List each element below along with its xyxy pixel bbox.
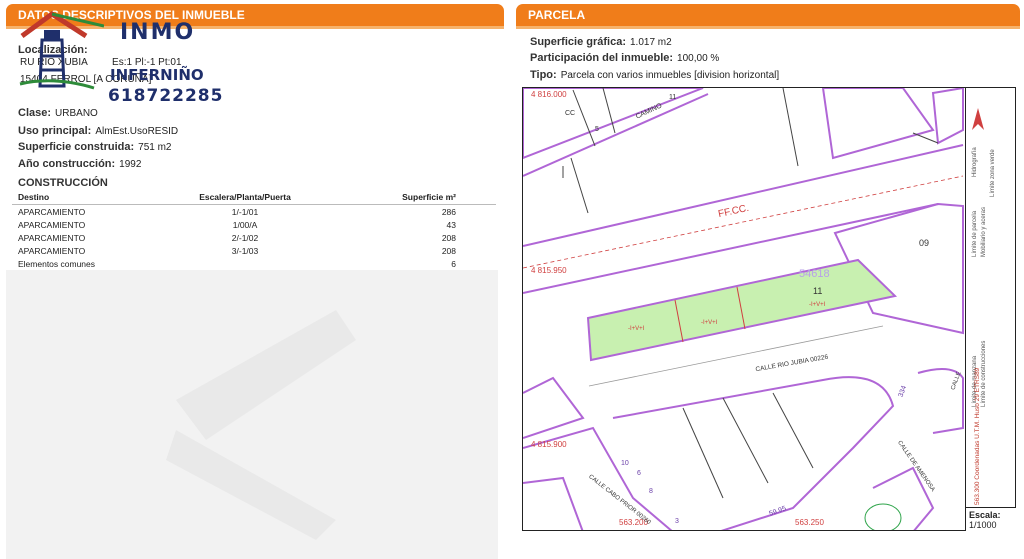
parcel-line [912,132,939,144]
clase-label: Clase: [18,107,52,119]
logo-brand-inferniño: INFERNIÑO [110,66,204,84]
parcel-line [782,88,799,167]
block-outline [821,88,935,160]
scale-label: Escala: [969,510,1001,520]
lighthouse-icon [19,10,104,90]
anio-label: Año construcción: [18,158,116,170]
sup-grafica-label: Superficie gráfica: [530,36,626,48]
legend-item-mobiliario: Mobiliario y aceras [981,206,987,257]
building-label-1: -I+V+I [628,326,645,332]
table-cell: 1/00/A [232,219,258,230]
table-cell: 1/-1/01 [231,206,259,217]
logo-brand-inmo: INMO [120,20,196,45]
coord-y-top: 4 816.000 [531,90,567,99]
number-6: 6 [637,470,641,477]
legend-item-hidrografia: Hidrografía [972,147,978,177]
participacion-label: Participación del inmueble: [530,52,674,64]
coord-x-right: 563.250 [795,518,824,527]
legend-item-zona-verde: Límite zona verde [990,149,996,197]
coord-y-mid: 4 815.950 [531,266,567,275]
anio-row: Año construcción: 1992 [18,154,141,172]
legend-item-parcela: Límite de parcela [972,210,978,257]
clase-value: URBANO [55,108,98,119]
parcel-line [772,392,814,469]
number-09: 09 [919,238,930,248]
table-header-row: Destino Escalera/Planta/Puerta Superfici… [12,190,496,205]
number-10: 10 [621,460,629,467]
table-cell: APARCAMIENTO [18,232,86,243]
parcel-ref: 54618 [799,268,830,280]
parcel-line [570,157,589,214]
cadastral-map: 4 816.000 4 815.950 4 815.900 563.200 56… [522,87,1016,531]
table-row: APARCAMIENTO 1/00/A 43 [12,218,496,231]
block-outline [523,93,709,177]
block-outline [931,88,964,145]
uso-label: Uso principal: [18,125,92,137]
col-destino: Destino [12,190,160,205]
map-legend: Límite de manzana Límite de parcela Lími… [965,87,1016,507]
table-row: APARCAMIENTO 1/-1/01 286 [12,205,496,219]
legend-coords-note: 563.300 Coordenadas U.T.M. Huso 29 ETRS8… [974,367,981,505]
sup-grafica-value: 1.017 m2 [629,37,672,48]
col-escalera: Escalera/Planta/Puerta [159,190,331,205]
green-zone [864,503,902,530]
number-8: 8 [649,488,653,495]
section-header-parcela: PARCELA [516,4,1020,26]
building-label-3: -I+V+I [809,302,826,308]
parcel-line [722,397,769,484]
tipo-row: Tipo: Parcela con varios inmuebles [divis… [530,65,779,83]
table-cell: APARCAMIENTO [18,206,86,217]
tipo-value: Parcela con varios inmuebles [division h… [560,70,780,81]
superficie-label: Superficie construida: [18,141,135,153]
logo-phone: 618722285 [108,86,224,106]
construccion-table: Destino Escalera/Planta/Puerta Superfici… [12,190,496,270]
scale-box: Escala: 1/1000 [965,507,1016,531]
number-3: 3 [675,518,679,525]
table-cell: 286 [441,206,456,217]
table-cell: APARCAMIENTO [18,245,86,256]
parcel-number: 11 [813,286,823,296]
uso-value: AlmEst.UsoRESID [95,126,179,137]
table-row: Elementos comunes 6 [12,257,496,270]
tipo-label: Tipo: [530,69,557,81]
table-row: APARCAMIENTO 3/-1/03 208 [12,244,496,257]
table-cell: 208 [441,232,456,243]
number-5: 5 [595,126,599,133]
number-11-top: 11 [669,94,677,101]
blank-area [6,270,498,559]
building-label-2: -I+V+I [701,320,718,326]
table-cell: 208 [441,245,456,256]
table-row: APARCAMIENTO 2/-1/02 208 [12,231,496,244]
block-outline [523,476,584,530]
inmo-logo: INMO INFERNIÑO 618722285 [14,6,222,106]
parcel-line [682,407,724,499]
scale-value: 1/1000 [969,520,997,530]
superficie-row: Superficie construida: 751 m2 [18,137,172,155]
participacion-row: Participación del inmueble: 100,00 % [530,48,719,66]
coord-y-bot: 4 815.900 [531,440,567,449]
table-cell: APARCAMIENTO [18,219,86,230]
construccion-title: CONSTRUCCIÓN [18,177,108,189]
participacion-value: 100,00 % [677,53,720,64]
table-cell [159,257,331,270]
table-cell: 2/-1/02 [231,232,259,243]
legend-item-construcciones: Límite de construcciones [981,340,987,407]
watermark-shape [166,310,356,540]
col-superficie: Superficie m² [330,190,496,205]
table-cell: Elementos comunes [18,258,96,269]
block-outline [523,376,585,439]
cc-label: CC [565,110,576,117]
table-cell: 43 [446,219,456,230]
map-drawing [523,88,964,530]
table-cell: 3/-1/03 [231,245,259,256]
superficie-value: 751 m2 [138,142,172,153]
anio-value: 1992 [119,159,142,170]
table-cell: 6 [451,258,456,269]
rail-axis [523,175,964,269]
rail-boundary [523,144,964,247]
